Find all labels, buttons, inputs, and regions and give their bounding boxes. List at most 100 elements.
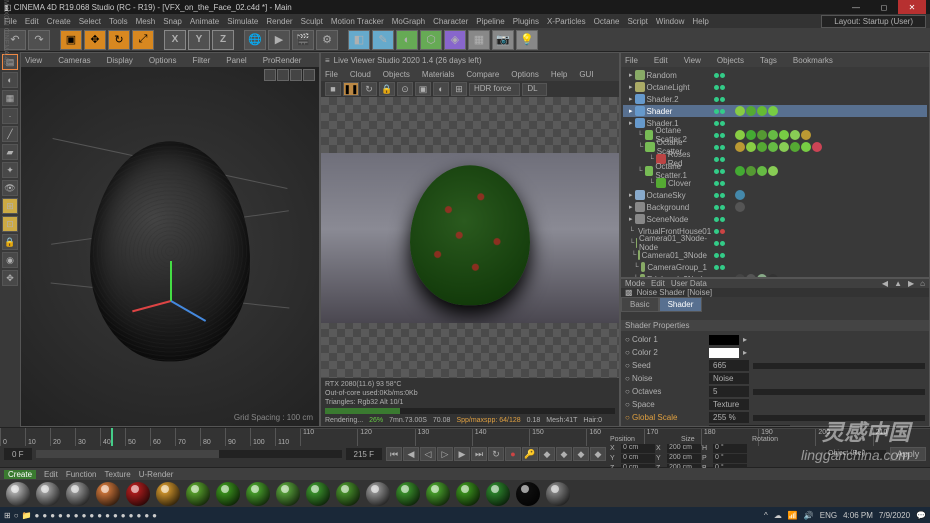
material-tag[interactable] [735, 202, 745, 212]
material-slot[interactable]: XP_Leaf [454, 482, 482, 505]
coord-mode-select[interactable]: Object (Rel) [826, 450, 886, 459]
rv-menu-options[interactable]: Options [511, 70, 539, 79]
record-button[interactable]: ● [505, 447, 521, 461]
obj-row-random[interactable]: ▸Random [623, 69, 927, 81]
obj-visibility-dots[interactable] [710, 193, 728, 198]
obj-visibility-dots[interactable] [710, 157, 728, 162]
material-tag[interactable] [779, 142, 789, 152]
taskbar-item-15[interactable]: ● [129, 511, 134, 520]
windows-taskbar[interactable]: ⊞○📁●●●●●●●●●●●●●●●● ^☁📶🔊ENG4:06 PM7/9/20… [0, 507, 930, 523]
poly-mode[interactable]: ▰ [2, 144, 18, 160]
material-slot[interactable]: s#P_Peta [154, 482, 182, 505]
material-tag[interactable] [779, 130, 789, 140]
coord-input[interactable]: 200 cm [667, 444, 701, 453]
material-slot[interactable] [544, 482, 572, 505]
obj-menu-file[interactable]: File [625, 56, 638, 65]
texture-mode[interactable]: ◐ [2, 72, 18, 88]
obj-row-scenenode[interactable]: ▸SceneNode [623, 213, 927, 225]
render-viewport[interactable] [321, 97, 619, 378]
taskbar-item-0[interactable]: ⊞ [4, 511, 11, 520]
obj-row-camera01_3node[interactable]: └Camera01_3Node [623, 249, 927, 261]
loop-button[interactable]: ↻ [488, 447, 504, 461]
obj-visibility-dots[interactable] [710, 145, 728, 150]
taskbar-item-10[interactable]: ● [89, 511, 94, 520]
lock-toggle[interactable]: 🔒 [2, 234, 18, 250]
menu-script[interactable]: Script [627, 17, 647, 26]
obj-row-clover[interactable]: └Clover [623, 177, 927, 189]
material-tag[interactable] [757, 142, 767, 152]
edge-mode[interactable]: ╱ [2, 126, 18, 142]
viewport-content[interactable] [21, 67, 319, 426]
render-mode-select[interactable]: HDR force [469, 83, 520, 96]
taskbar-item-18[interactable]: ● [152, 511, 157, 520]
material-slot[interactable]: Mat [64, 482, 92, 505]
material-slot[interactable]: s#P_Leaf [364, 482, 392, 505]
prim-cube[interactable]: ◧ [348, 30, 370, 50]
rv-menu-cloud[interactable]: Cloud [350, 70, 371, 79]
tray-^[interactable]: ^ [764, 511, 768, 520]
prop-slider[interactable] [753, 363, 925, 369]
obj-row-octane-scatter-1[interactable]: └Octane Scatter.1 [623, 165, 927, 177]
enable-axis[interactable]: ✦ [2, 162, 18, 178]
material-tag[interactable] [735, 190, 745, 200]
color-swatch[interactable] [709, 348, 739, 358]
coord-input[interactable]: 0 cm [621, 444, 655, 453]
taskbar-item-7[interactable]: ● [66, 511, 71, 520]
select-tool[interactable]: ▣ [60, 30, 82, 50]
rv-menu-compare[interactable]: Compare [466, 70, 499, 79]
prop-value[interactable]: 255 % [709, 412, 749, 423]
prop-value[interactable]: Texture [709, 399, 749, 410]
rv-menu-gui[interactable]: GUI [579, 70, 593, 79]
material-slot[interactable]: XP_Seed [304, 482, 332, 505]
render-clay-icon[interactable]: ◐ [433, 82, 449, 96]
taskbar-item-13[interactable]: ● [113, 511, 118, 520]
step-back-button[interactable]: ◀ [403, 447, 419, 461]
workplane-mode[interactable]: ▦ [2, 90, 18, 106]
taskbar-item-11[interactable]: ● [97, 511, 102, 520]
viewport-solo[interactable]: 👁 [2, 180, 18, 196]
material-tag[interactable] [746, 166, 756, 176]
attr-nav-2[interactable]: ▶ [908, 279, 914, 288]
obj-row-ed_head_3node[interactable]: └Ed_head_3Node [623, 273, 927, 277]
prim-light[interactable]: 💡 [516, 30, 538, 50]
tray-7/9/2020[interactable]: 7/9/2020 [879, 511, 910, 520]
material-tag[interactable] [768, 166, 778, 176]
prim-env[interactable]: ▦ [468, 30, 490, 50]
key-param-button[interactable]: ◆ [590, 447, 606, 461]
menu-select[interactable]: Select [79, 17, 101, 26]
mat-menu-texture[interactable]: Texture [105, 470, 131, 479]
obj-visibility-dots[interactable] [710, 109, 728, 114]
obj-row-shader-2[interactable]: ▸Shader.2 [623, 93, 927, 105]
current-frame[interactable]: 0 F [4, 448, 32, 460]
play-back-button[interactable]: ◁ [420, 447, 436, 461]
minimize-button[interactable]: — [842, 0, 870, 14]
menu-sculpt[interactable]: Sculpt [301, 17, 323, 26]
render-view[interactable]: ▶ [268, 30, 290, 50]
obj-menu-tags[interactable]: Tags [760, 56, 777, 65]
taskbar-item-9[interactable]: ● [82, 511, 87, 520]
taskbar-item-14[interactable]: ● [121, 511, 126, 520]
material-slot[interactable]: s#P_Leaf [244, 482, 272, 505]
material-tag[interactable] [735, 130, 745, 140]
mat-menu-u-render[interactable]: U-Render [139, 470, 174, 479]
material-tag[interactable] [812, 142, 822, 152]
prim-generator[interactable]: ⬡ [420, 30, 442, 50]
tray-4:06 PM[interactable]: 4:06 PM [843, 511, 873, 520]
nav-pan[interactable] [264, 69, 276, 81]
menu-create[interactable]: Create [47, 17, 71, 26]
menu-x-particles[interactable]: X-Particles [547, 17, 586, 26]
material-tag[interactable] [735, 142, 745, 152]
render-settings[interactable]: ⚙ [316, 30, 338, 50]
obj-row-shader[interactable]: ▸Shader [623, 105, 927, 117]
attr-nav-3[interactable]: ⌂ [920, 279, 925, 288]
menu-plugins[interactable]: Plugins [513, 17, 539, 26]
snap-settings[interactable]: ⊡ [2, 216, 18, 232]
menu-render[interactable]: Render [266, 17, 292, 26]
obj-visibility-dots[interactable] [710, 277, 728, 278]
tray-📶[interactable]: 📶 [788, 511, 798, 520]
vp-menu-filter[interactable]: Filter [192, 56, 210, 65]
menu-tools[interactable]: Tools [109, 17, 128, 26]
material-slot[interactable]: Mat [4, 482, 32, 505]
tray-💬[interactable]: 💬 [916, 511, 926, 520]
point-mode[interactable]: · [2, 108, 18, 124]
